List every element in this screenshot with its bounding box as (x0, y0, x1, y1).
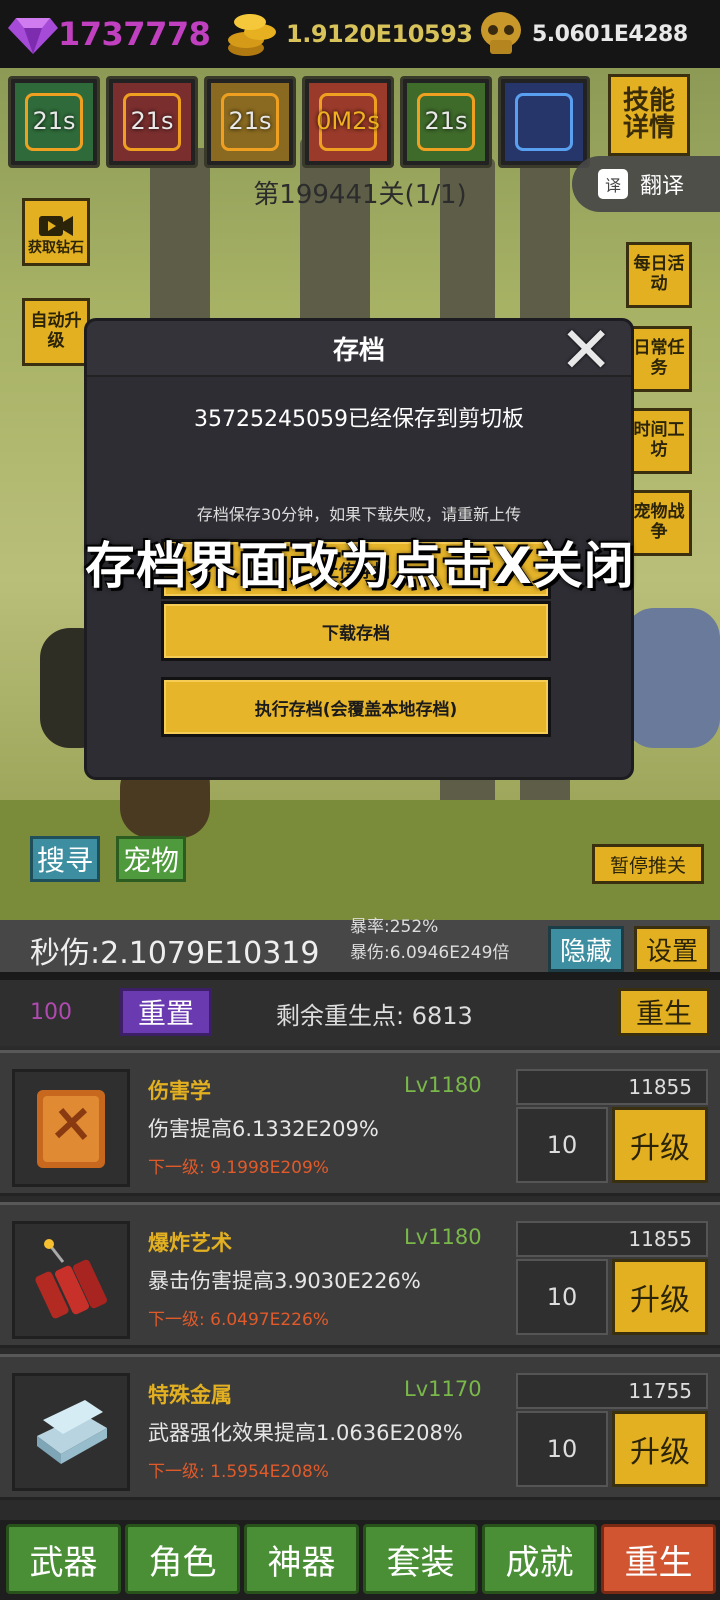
upgrade-desc: 武器强化效果提高1.0636E208% (148, 1421, 463, 1445)
tab-character[interactable]: 角色 (125, 1524, 240, 1594)
upgrade-name: 爆炸艺术 (148, 1231, 232, 1255)
soul-value: 5.0601E4288 (532, 21, 688, 47)
rebirth-row: 100 重置 剩余重生点: 6813 重生 (0, 980, 720, 1046)
skill-cooldown: 21s (130, 107, 174, 135)
upgrade-quantity[interactable]: 10 (516, 1107, 608, 1183)
download-save-button[interactable]: 下载存档 (161, 601, 551, 661)
tab-weapons[interactable]: 武器 (6, 1524, 121, 1594)
translate-label: 翻译 (640, 174, 685, 199)
gem-counter: 1737778 (8, 8, 211, 60)
dialog-note: 存档保存30分钟，如果下载失败，请重新上传 (196, 505, 522, 524)
gem-icon (8, 18, 58, 54)
upgrade-desc: 伤害提高6.1332E209% (148, 1117, 379, 1141)
dialog-title: 存档 (87, 321, 631, 377)
upgrade-level: Lv1180 (404, 1225, 482, 1249)
upgrade-quantity[interactable]: 10 (516, 1411, 608, 1487)
skill-slot-1[interactable]: 21s (8, 76, 100, 168)
skill-slot-6[interactable] (498, 76, 590, 168)
skill-detail-button[interactable]: 技能详情 (608, 74, 690, 156)
gold-value: 1.9120E10593 (286, 20, 473, 48)
tab-rebirth[interactable]: 重生 (601, 1524, 716, 1594)
search-button[interactable]: 搜寻 (30, 836, 100, 882)
rebirth-button[interactable]: 重生 (618, 988, 710, 1036)
rebirth-points: 100 (30, 1000, 72, 1025)
list-item: 特殊金属 Lv1170 武器强化效果提高1.0636E208% 下一级: 1.5… (0, 1354, 720, 1500)
gem-value: 1737778 (58, 15, 211, 53)
caption-overlay: 存档界面改为点击X关闭 (85, 537, 635, 595)
skill-cooldown: 21s (228, 107, 272, 135)
remaining-points: 剩余重生点: 6813 (276, 1002, 473, 1030)
golden-skull-icon (481, 12, 521, 54)
get-diamonds-button[interactable]: 获取钻石 (22, 198, 90, 266)
hide-button[interactable]: 隐藏 (548, 926, 624, 972)
skill-slot-2[interactable]: 21s (106, 76, 198, 168)
get-diamonds-label: 获取钻石 (28, 239, 84, 256)
translate-icon: 译 (598, 169, 628, 199)
currency-bar: 1737778 1.9120E10593 5.0601E4288 (0, 0, 720, 68)
book-icon (12, 1069, 130, 1187)
skill-bar: 21s 21s 21s 0M2s 21s (8, 76, 590, 176)
upgrade-next: 下一级: 9.1998E209% (148, 1158, 329, 1178)
skill-slot-4[interactable]: 0M2s (302, 76, 394, 168)
tab-sets[interactable]: 套装 (363, 1524, 478, 1594)
daily-activity-button[interactable]: 每日活动 (626, 242, 692, 308)
enemy-warrior (624, 608, 720, 748)
gold-coins-icon (228, 14, 276, 56)
bottom-tab-bar: 武器 角色 神器 套装 成就 重生 (0, 1520, 720, 1600)
pause-push-button[interactable]: 暂停推关 (592, 844, 704, 884)
daily-task-button[interactable]: 日常任务 (626, 326, 692, 392)
crit-damage: 暴伤:6.0946E249倍 (350, 943, 510, 963)
skill-cooldown: 21s (424, 107, 468, 135)
upgrade-desc: 暴击伤害提高3.9030E226% (148, 1269, 421, 1293)
upgrade-list: 伤害学 Lv1180 伤害提高6.1332E209% 下一级: 9.1998E2… (0, 1046, 720, 1520)
upgrade-name: 特殊金属 (148, 1383, 232, 1407)
skill-cooldown: 0M2s (316, 107, 380, 135)
upgrade-next: 下一级: 6.0497E226% (148, 1310, 329, 1330)
close-icon[interactable]: ✕ (559, 319, 613, 383)
skill-slot-3[interactable]: 21s (204, 76, 296, 168)
auto-upgrade-button[interactable]: 自动升级 (22, 298, 90, 366)
tab-artifacts[interactable]: 神器 (244, 1524, 359, 1594)
upgrade-cost: 11855 (516, 1069, 708, 1105)
settings-button[interactable]: 设置 (634, 926, 710, 972)
upgrade-next: 下一级: 1.5954E208% (148, 1462, 329, 1482)
upgrade-cost: 11855 (516, 1221, 708, 1257)
upgrade-name: 伤害学 (148, 1079, 211, 1103)
upgrade-level: Lv1180 (404, 1073, 482, 1097)
upgrade-button[interactable]: 升级 (612, 1107, 708, 1183)
upgrade-level: Lv1170 (404, 1377, 482, 1401)
translate-button[interactable]: 译 翻译 (572, 156, 720, 212)
list-item: 爆炸艺术 Lv1180 暴击伤害提高3.9030E226% 下一级: 6.049… (0, 1202, 720, 1348)
tab-achievements[interactable]: 成就 (482, 1524, 597, 1594)
execute-save-button[interactable]: 执行存档(会覆盖本地存档) (161, 677, 551, 737)
dps-value: 秒伤:2.1079E10319 (30, 936, 320, 971)
list-item: 伤害学 Lv1180 伤害提高6.1332E209% 下一级: 9.1998E2… (0, 1050, 720, 1196)
skill-cooldown: 21s (32, 107, 76, 135)
video-icon (39, 215, 73, 236)
time-workshop-button[interactable]: 时间工坊 (626, 408, 692, 474)
pet-button[interactable]: 宠物 (116, 836, 186, 882)
upgrade-button[interactable]: 升级 (612, 1411, 708, 1487)
game-screen: 1737778 1.9120E10593 5.0601E4288 21s 21s… (0, 0, 720, 1600)
upgrade-cost: 11755 (516, 1373, 708, 1409)
dynamite-icon (12, 1221, 130, 1339)
metal-ingot-icon (12, 1373, 130, 1491)
upgrade-quantity[interactable]: 10 (516, 1259, 608, 1335)
dialog-message: 35725245059已经保存到剪切板 (194, 407, 524, 432)
upgrade-button[interactable]: 升级 (612, 1259, 708, 1335)
reset-button[interactable]: 重置 (120, 988, 212, 1036)
soul-counter: 5.0601E4288 (476, 8, 688, 60)
crit-rate: 暴率:252% (350, 917, 439, 937)
gold-counter: 1.9120E10593 (226, 8, 473, 60)
skill-slot-5[interactable]: 21s (400, 76, 492, 168)
